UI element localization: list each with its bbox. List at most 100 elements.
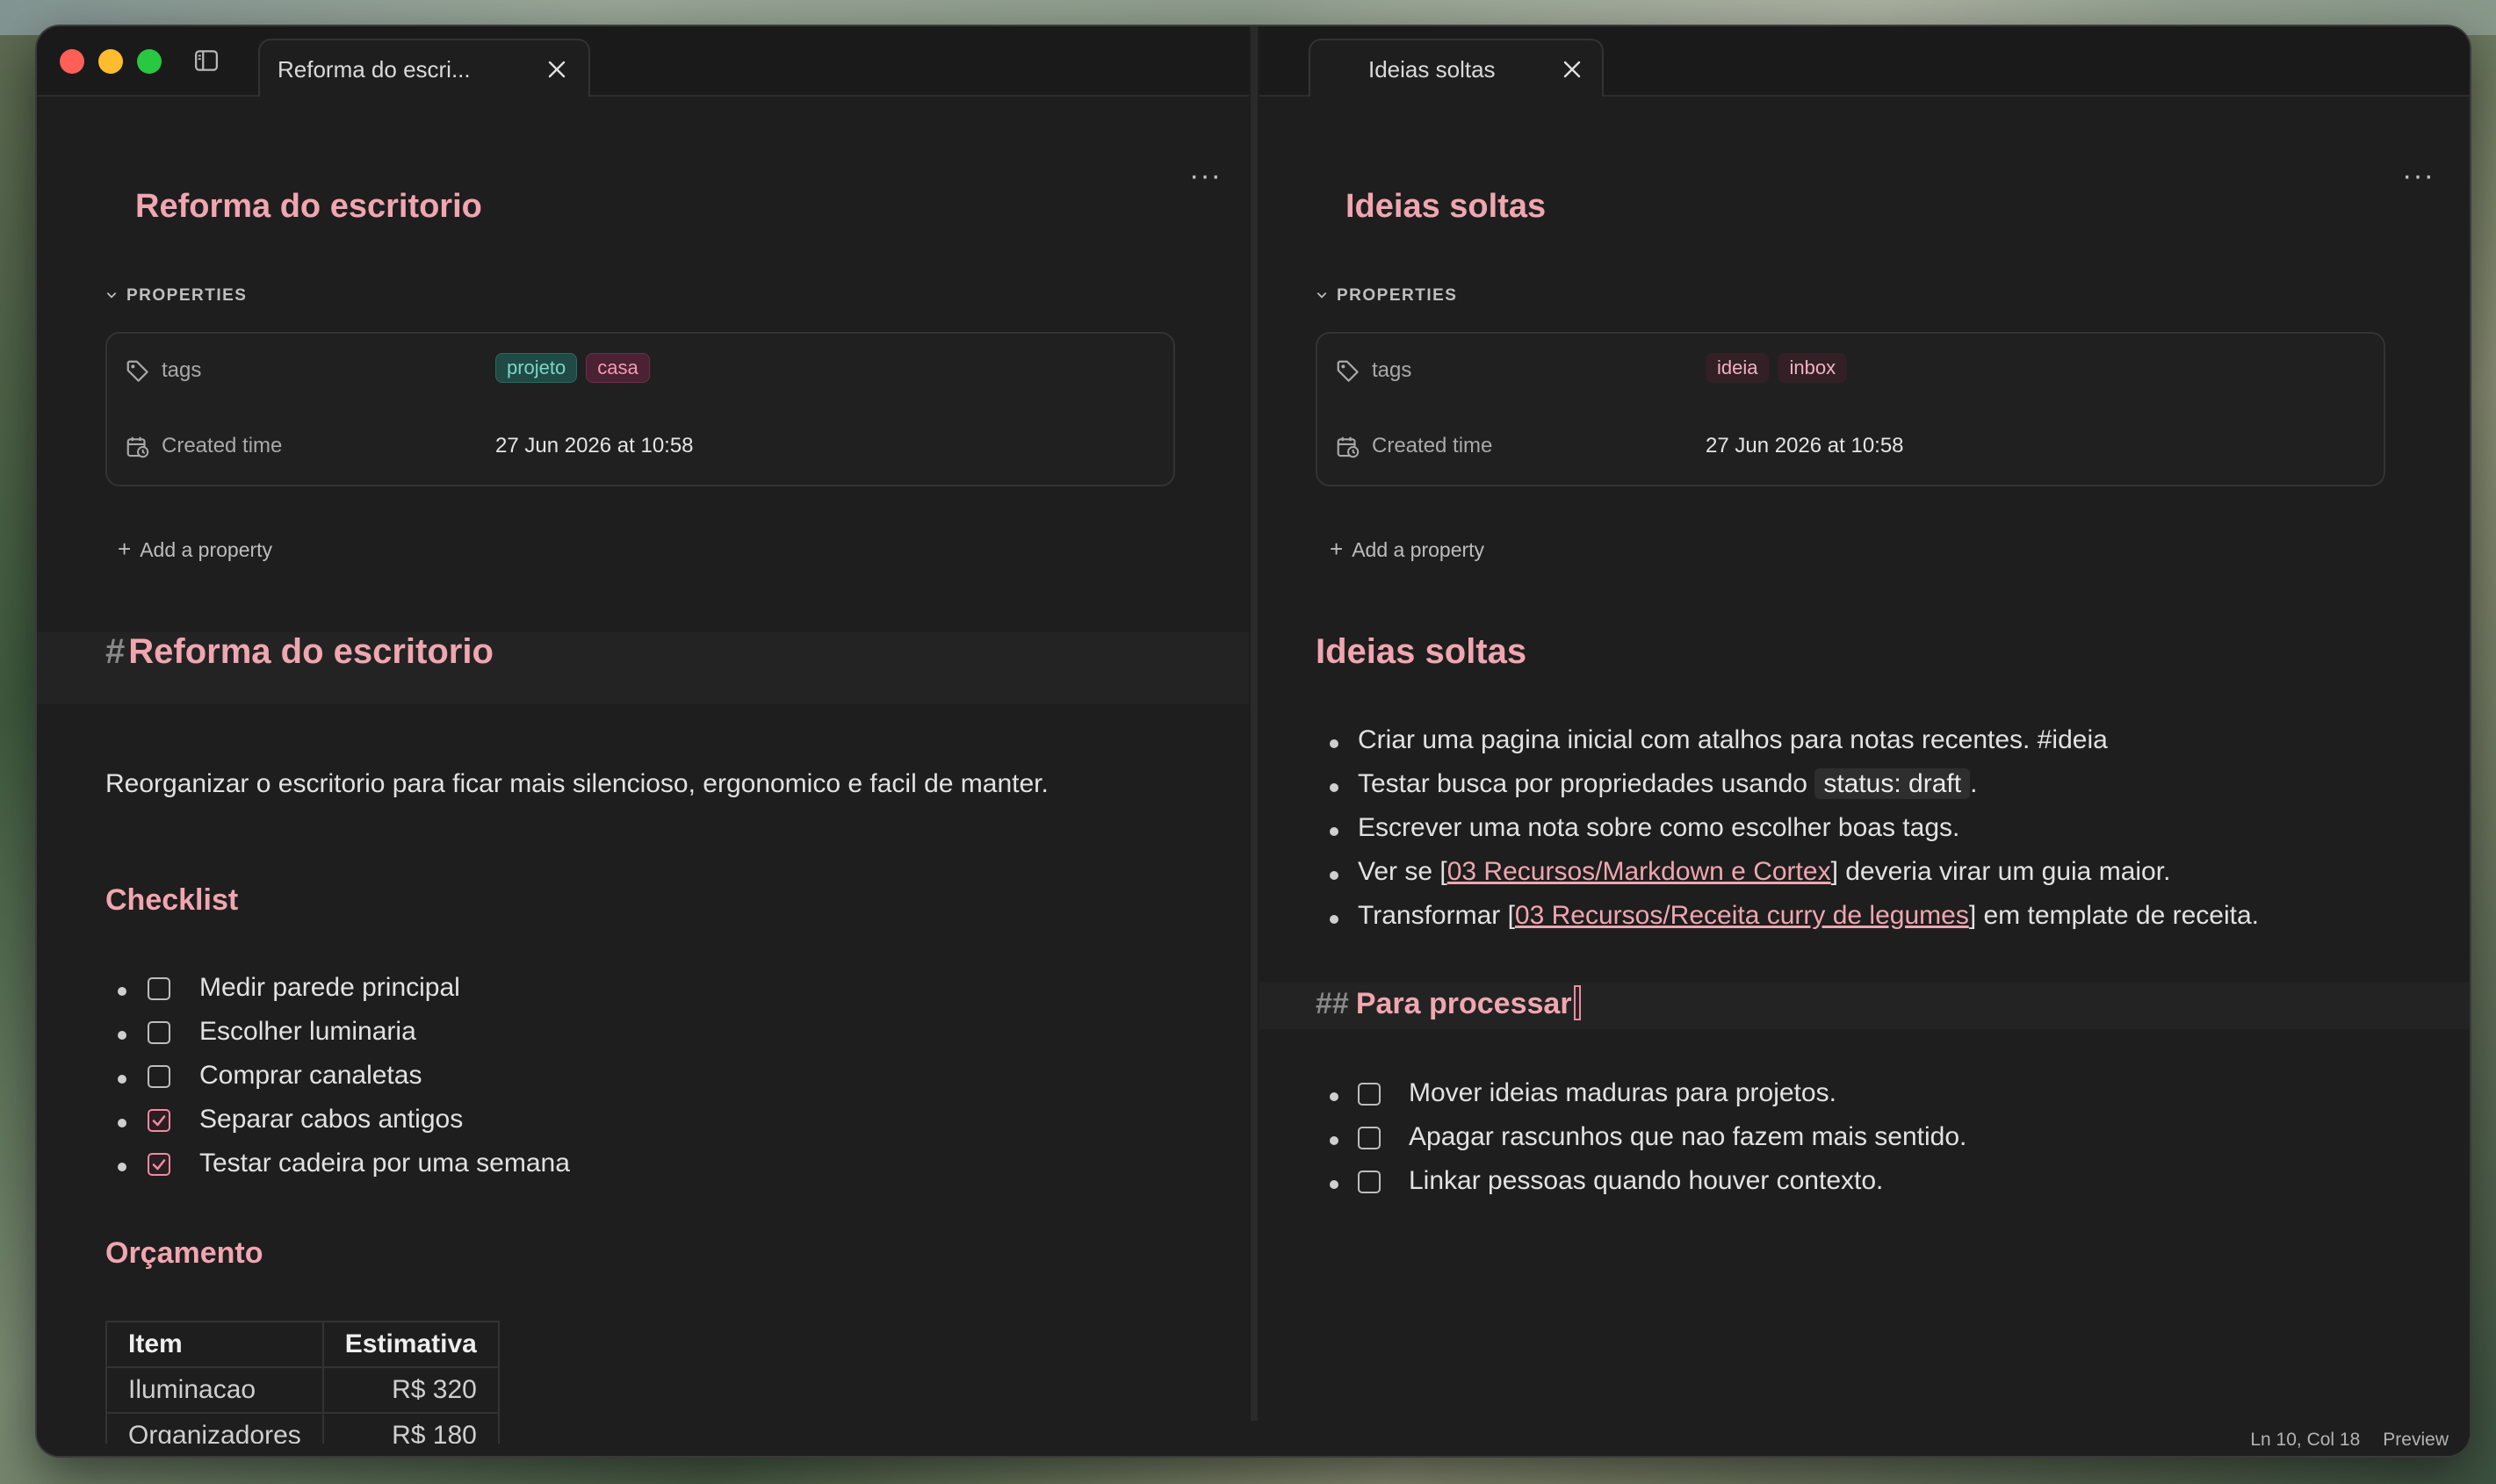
heading-1[interactable]: # Reforma do escritorio [105,632,494,672]
checkbox-checked[interactable] [148,1109,170,1132]
bullet [1330,871,1338,880]
plus-icon: + [1330,536,1344,562]
property-created-time[interactable]: Created time 27 Jun 2026 at 10:58 [107,420,1173,472]
bullet [118,1031,126,1040]
tag-list: ideia inbox [1706,353,1856,383]
bullet [118,1163,126,1171]
text-run: Criar uma pagina inicial com atalhos par… [1358,725,2108,754]
table-cell[interactable]: Iluminacao [105,1366,324,1414]
checkbox[interactable] [148,977,170,1000]
close-window-button[interactable] [60,49,84,74]
property-tags[interactable]: tags ideia inbox [1317,344,2384,397]
budget-table[interactable]: Item Estimativa Iluminacao R$ 320 Organi… [105,1321,500,1444]
heading-2[interactable]: ## Para processar [1316,985,1581,1021]
table-cell[interactable]: R$ 320 [321,1366,500,1414]
heading-marker: ## [1316,987,1349,1020]
tag-pill[interactable]: inbox [1778,353,1848,383]
add-property-button[interactable]: + Add a property [1330,536,1484,563]
tab-reforma[interactable]: Reforma do escri... [258,39,590,97]
properties-panel: tags ideia inbox Created time 27 Jun 2026… [1316,332,2385,486]
heading-1[interactable]: Ideias soltas [1316,632,1526,672]
close-icon[interactable] [1562,59,1583,80]
checkmark-icon [152,1115,166,1127]
heading-text: Para processar [1355,987,1572,1020]
checkbox[interactable] [1358,1171,1381,1193]
table-header-cell[interactable]: Item [105,1321,324,1368]
tab-title: Reforma do escri... [278,56,471,83]
table-cell[interactable]: R$ 180 [321,1412,500,1444]
close-icon[interactable] [546,59,567,80]
tag-pill[interactable]: casa [586,353,650,383]
checkbox[interactable] [148,1021,170,1044]
properties-label: PROPERTIES [1337,286,1458,305]
cursor-position[interactable]: Ln 10, Col 18 [2250,1430,2360,1450]
properties-toggle[interactable]: PROPERTIES [1316,286,1457,306]
list-item-text: Testar busca por propriedades usando sta… [1358,768,1978,799]
table-row: Iluminacao R$ 320 [105,1366,500,1414]
bullet [118,1119,126,1127]
bullet [1330,783,1338,792]
task-text: Apagar rascunhos que nao fazem mais sent… [1409,1122,1967,1151]
list-item-text: Criar uma pagina inicial com atalhos par… [1358,725,2108,755]
bullet [1330,1136,1338,1145]
text-run: ] em template de receita. [1968,901,2259,930]
text-cursor [1573,985,1581,1020]
tag-pill[interactable]: ideia [1706,353,1770,383]
list-item-text: Ver se [03 Recursos/Markdown e Cortex] d… [1358,857,2170,887]
text-run: Testar busca por propriedades usando [1358,769,1815,798]
task-text: Mover ideias maduras para projetos. [1409,1078,1836,1107]
property-value[interactable]: 27 Jun 2026 at 10:58 [1706,434,1904,458]
view-mode[interactable]: Preview [2383,1430,2449,1450]
property-created-time[interactable]: Created time 27 Jun 2026 at 10:58 [1317,420,2384,472]
internal-link[interactable]: 03 Recursos/Receita curry de legumes [1515,901,1969,930]
heading-text: Reforma do escritorio [128,632,494,671]
bullet [1330,1180,1338,1189]
bullet [1330,827,1338,836]
properties-label: PROPERTIES [126,286,248,305]
calendar-clock-icon [126,436,149,458]
table-cell[interactable]: Organizadores [105,1412,324,1444]
text-run: Escrever uma nota sobre como escolher bo… [1358,813,1960,842]
checkbox[interactable] [1358,1083,1381,1106]
chevron-down-icon [1317,292,1327,299]
text-run: Transformar [ [1358,901,1515,930]
table-row: Organizadores R$ 180 [105,1412,500,1444]
pane-divider[interactable] [1251,26,1258,1421]
more-options-button[interactable]: ··· [2402,161,2435,191]
checklist-item-text: Escolher luminaria [199,1017,416,1046]
property-value[interactable]: 27 Jun 2026 at 10:58 [495,434,694,458]
internal-link[interactable]: 03 Recursos/Markdown e Cortex [1447,857,1831,886]
checklist-item-text: Comprar canaletas [199,1061,422,1090]
checkbox[interactable] [1358,1127,1381,1149]
note-title[interactable]: Ideias soltas [1345,188,1546,226]
text-run: . [1970,769,1978,798]
bullet [1330,739,1338,748]
sidebar-toggle-icon[interactable] [193,47,220,74]
note-title[interactable]: Reforma do escritorio [135,188,482,226]
property-key: tags [162,358,202,382]
right-tab-bar: Ideias soltas [1259,26,2470,97]
checkbox[interactable] [148,1065,170,1088]
checkbox-checked[interactable] [148,1153,170,1176]
minimize-window-button[interactable] [98,49,123,74]
properties-toggle[interactable]: PROPERTIES [105,286,247,306]
maximize-window-button[interactable] [137,49,162,74]
checklist-heading[interactable]: Checklist [105,883,238,918]
table-viewport: Item Estimativa Iluminacao R$ 320 Organi… [37,1291,1249,1444]
list-item-text: Transformar [03 Recursos/Receita curry d… [1358,901,2259,931]
table-header-cell[interactable]: Estimativa [321,1321,500,1368]
list-item-text: Escrever uma nota sobre como escolher bo… [1358,813,1959,843]
add-property-button[interactable]: + Add a property [118,536,272,563]
budget-heading[interactable]: Orçamento [105,1236,263,1271]
property-tags[interactable]: tags projeto casa [107,344,1173,397]
bullet [118,987,126,996]
paragraph[interactable]: Reorganizar o escritorio para ficar mais… [105,769,1049,799]
status-bar: Ln 10, Col 18 Preview [2227,1430,2449,1451]
properties-panel: tags projeto casa Created time 27 Jun 202… [105,332,1175,486]
checkmark-icon [152,1159,166,1171]
tag-pill[interactable]: projeto [495,353,578,383]
tab-ideias-soltas[interactable]: Ideias soltas [1309,39,1604,97]
left-tab-bar: Reforma do escri... [37,26,1249,97]
plus-icon: + [118,536,132,562]
more-options-button[interactable]: ··· [1189,161,1222,191]
